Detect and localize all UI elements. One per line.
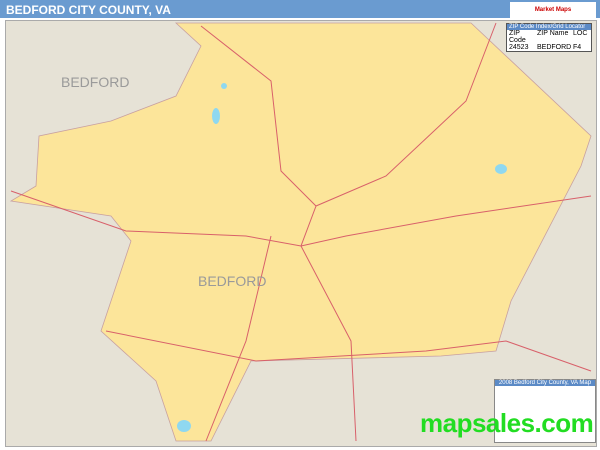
zip-loc: F4 xyxy=(573,44,582,51)
map-title: BEDFORD CITY COUNTY, VA xyxy=(6,3,171,17)
zip-name: BEDFORD xyxy=(537,44,572,51)
zip-header-row: ZIP Code ZIP Name LOC xyxy=(507,30,591,44)
brand-watermark: mapsales.com xyxy=(420,408,594,438)
publisher-logo: Market Maps xyxy=(510,2,596,18)
zip-locator: ZIP Code Index/Grid Locator ZIP Code ZIP … xyxy=(506,23,592,52)
map-area[interactable]: BEDFORD BEDFORD ZIP Code Index/Grid Loca… xyxy=(5,20,597,447)
outer-county-label: BEDFORD xyxy=(61,74,130,90)
city-label: BEDFORD xyxy=(198,273,267,289)
header-loc: LOC xyxy=(573,30,588,37)
zip-row: 24523 BEDFORD F4 xyxy=(507,44,591,51)
zip-code: 24523 xyxy=(509,44,529,51)
legend-title: 2008 Bedford City County, VA Map xyxy=(495,380,595,386)
title-bar: BEDFORD CITY COUNTY, VA Market Maps xyxy=(0,0,600,18)
header-zip: ZIP Code xyxy=(509,30,526,44)
header-name: ZIP Name xyxy=(537,30,569,37)
